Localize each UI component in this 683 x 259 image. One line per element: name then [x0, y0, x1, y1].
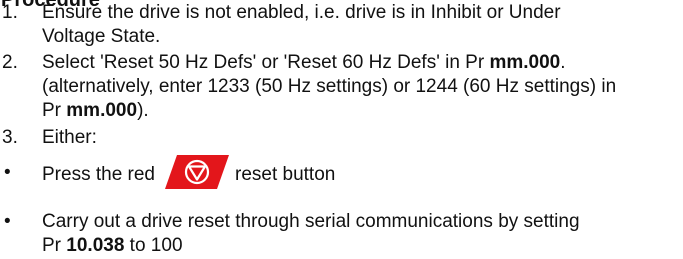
- bullet-1-line: Press the red reset button: [42, 155, 675, 189]
- step-1-line-2: Voltage State.: [42, 26, 161, 47]
- bullet-2-text-end: to 100: [124, 235, 183, 256]
- bullet-2-line-1: Carry out a drive reset through serial c…: [42, 211, 580, 232]
- bullet-1-text-before: Press the red: [42, 164, 155, 186]
- step-2-line-1: Select 'Reset 50 Hz Defs' or 'Reset 60 H…: [42, 51, 675, 75]
- step-2-line-2: (alternatively, enter 1233 (50 Hz settin…: [42, 76, 617, 97]
- bullet-marker: •: [4, 162, 11, 183]
- step-2-text: Pr: [42, 100, 67, 121]
- parameter-ref: mm.000: [489, 52, 561, 73]
- step-number: 3.: [2, 127, 18, 148]
- step-number: 2.: [2, 52, 18, 73]
- step-2-line-3: Pr mm.000).: [42, 99, 675, 123]
- parameter-ref: mm.000: [66, 100, 138, 121]
- bullet-2-text: Pr: [42, 235, 67, 256]
- bullet-1-text-after: reset button: [235, 164, 336, 186]
- punctuation: .: [560, 52, 566, 73]
- bullet-marker: •: [4, 211, 11, 232]
- stop-reset-icon: [165, 155, 229, 189]
- step-1-line-1: Ensure the drive is not enabled, i.e. dr…: [42, 2, 561, 23]
- bullet-2-line-2: Pr 10.038 to 100: [42, 234, 675, 258]
- punctuation: ).: [137, 100, 149, 121]
- parameter-ref: 10.038: [66, 235, 125, 256]
- step-2-text: Select 'Reset 50 Hz Defs' or 'Reset 60 H…: [42, 52, 490, 73]
- step-3-line-1: Either:: [42, 127, 97, 148]
- step-number: 1.: [2, 2, 18, 23]
